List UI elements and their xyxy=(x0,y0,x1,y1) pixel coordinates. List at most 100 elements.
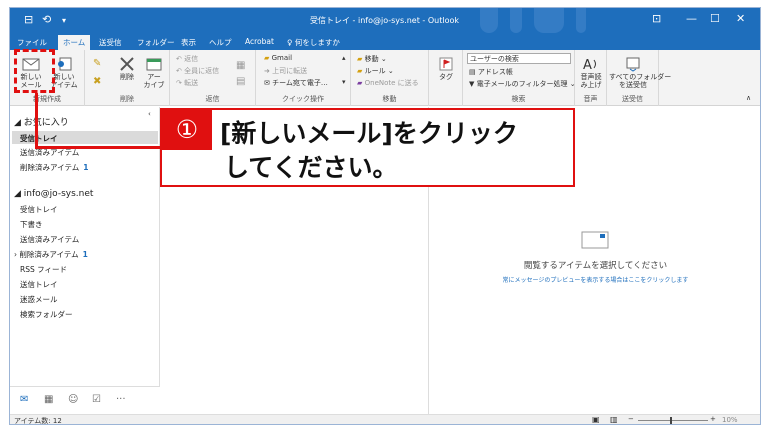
forward-button[interactable]: ↷ 転送 xyxy=(176,78,198,88)
onenote-icon: ▰ xyxy=(357,79,363,87)
read-aloud-icon: A xyxy=(583,58,596,72)
rules-button[interactable]: ▰ ルール ⌄ xyxy=(357,66,394,76)
folder-sent[interactable]: 送信済みアイテム xyxy=(20,234,79,245)
folder-label: 下書き xyxy=(20,220,43,229)
title-bar: ⊟ ⟲ ▾ 受信トレイ - info@jo-sys.net - Outlook … xyxy=(10,8,760,33)
callout-connector xyxy=(35,93,38,148)
tab-view[interactable]: 表示 xyxy=(176,35,201,50)
to-manager-label: 上司に転送 xyxy=(272,67,308,75)
window-title: 受信トレイ - info@jo-sys.net - Outlook xyxy=(310,16,459,25)
mail-icon[interactable]: ✉ xyxy=(20,394,28,405)
zoom-in-icon[interactable]: + xyxy=(710,415,716,423)
reply-all-label: 全員に返信 xyxy=(184,67,220,75)
gmail-label: Gmail xyxy=(271,54,293,62)
account-header[interactable]: ◢ info@jo-sys.net xyxy=(14,189,93,199)
tab-help[interactable]: ヘルプ xyxy=(204,35,237,50)
archive-button[interactable]: アー カイブ xyxy=(141,56,167,89)
team-icon: ✉ xyxy=(264,79,270,87)
favorite-inbox[interactable]: 受信トレイ xyxy=(12,131,158,144)
onenote-label: OneNote に送る xyxy=(364,79,419,87)
folder-label: 検索フォルダー xyxy=(20,310,73,319)
more-respond-icon[interactable]: ▤ xyxy=(236,76,245,87)
group-send-receive: すべてのフォルダー を送受信 送受信 xyxy=(607,50,671,106)
quick-step-gmail[interactable]: ▰ Gmail xyxy=(264,54,292,62)
folder-label: 受信トレイ xyxy=(20,205,58,214)
meeting-reply-icon[interactable]: ▦ xyxy=(236,60,245,71)
ribbon-tabs: ファイル ホーム 送受信 フォルダー 表示 ヘルプ Acrobat ♀ 何をしま… xyxy=(10,33,760,50)
folder-deleted[interactable]: › 削除済みアイテム 1 xyxy=(14,249,88,260)
dropdown-icon[interactable]: ▾ xyxy=(62,16,66,25)
cleanup-icon[interactable]: ✖ xyxy=(93,76,101,87)
folder-inbox[interactable]: 受信トレイ xyxy=(20,204,58,215)
tab-acrobat[interactable]: Acrobat xyxy=(240,35,279,50)
favorites-header[interactable]: ◢ お気に入り xyxy=(14,115,69,128)
preview-link[interactable]: 常にメッセージのプレビューを表示する場合はここをクリックします xyxy=(430,275,760,284)
tasks-icon[interactable]: ☑ xyxy=(92,394,101,405)
tell-me-label: 何をしますか xyxy=(294,38,340,47)
reading-view-icon[interactable]: ▥ xyxy=(610,415,618,424)
zoom-thumb[interactable] xyxy=(670,417,672,424)
folder-label: 送信トレイ xyxy=(20,280,58,289)
callout-connector xyxy=(35,146,160,149)
filter-email-button[interactable]: ▼ 電子メールのフィルター処理 ⌄ xyxy=(469,79,576,89)
flag-icon xyxy=(439,57,453,71)
envelope-icon xyxy=(581,231,609,249)
group-speech: A 音声読 み上げ 音声 xyxy=(575,50,607,106)
calendar-icon[interactable]: ▦ xyxy=(44,394,53,405)
quick-step-to-manager[interactable]: ➜ 上司に転送 xyxy=(264,66,307,76)
tag-button[interactable]: タグ xyxy=(433,56,459,81)
folder-outbox[interactable]: 送信トレイ xyxy=(20,279,58,290)
status-bar: アイテム数: 12 ▣ ▥ − + 10% xyxy=(10,414,760,424)
onenote-button[interactable]: ▰ OneNote に送る xyxy=(357,78,419,88)
scroll-up-icon[interactable]: ▴ xyxy=(342,54,346,62)
zoom-out-icon[interactable]: − xyxy=(628,415,634,423)
reply-all-button[interactable]: ↶ 全員に返信 xyxy=(176,66,219,76)
folder-label: 削除済みアイテム xyxy=(20,163,80,172)
send-receive-all-button[interactable]: すべてのフォルダー を送受信 xyxy=(609,56,671,89)
read-aloud-button[interactable]: A 音声読 み上げ xyxy=(577,56,605,89)
folder-label: RSS フィード xyxy=(20,265,67,274)
group-label-new: 新規作成 xyxy=(33,95,61,103)
address-book-button[interactable]: ▤ アドレス帳 xyxy=(469,67,513,77)
quick-step-team-email[interactable]: ✉ チーム宛て電子… xyxy=(264,78,328,88)
folder-pane: ‹ ◢ お気に入り 受信トレイ 送信済みアイテム 削除済みアイテム 1 ◢ inf… xyxy=(10,107,160,387)
minimize-button[interactable]: — xyxy=(686,12,697,25)
favorite-deleted[interactable]: 削除済みアイテム 1 xyxy=(20,162,88,173)
svg-text:A: A xyxy=(583,58,592,72)
reply-all-icon: ↶ xyxy=(176,67,182,75)
group-find: ユーザーの検索 ▤ アドレス帳 ▼ 電子メールのフィルター処理 ⌄ 検索 xyxy=(463,50,576,106)
zoom-level: 10% xyxy=(722,416,738,424)
more-icon[interactable]: ··· xyxy=(116,394,126,405)
scroll-down-icon[interactable]: ▾ xyxy=(342,78,346,86)
close-button[interactable]: ✕ xyxy=(736,12,745,25)
tab-folder[interactable]: フォルダー xyxy=(132,35,180,50)
folder-drafts[interactable]: 下書き xyxy=(20,219,43,230)
ribbon-display-icon[interactable]: ⊡ xyxy=(652,12,661,25)
expand-icon[interactable]: › xyxy=(14,250,17,259)
tab-file[interactable]: ファイル xyxy=(12,35,52,50)
sync-icon[interactable]: ⟲ xyxy=(42,13,51,26)
tell-me-search[interactable]: ♀ 何をしますか xyxy=(282,35,345,50)
search-people-input[interactable]: ユーザーの検索 xyxy=(467,53,571,64)
tab-send-receive[interactable]: 送受信 xyxy=(94,35,127,50)
send-receive-all-label: すべてのフォルダー を送受信 xyxy=(609,73,672,89)
delete-button[interactable]: 削除 xyxy=(115,56,139,81)
delete-icon xyxy=(120,57,134,71)
read-aloud-label: 音声読 み上げ xyxy=(580,73,602,89)
zoom-slider[interactable] xyxy=(638,420,708,421)
normal-view-icon[interactable]: ▣ xyxy=(592,415,600,424)
folder-rss[interactable]: RSS フィード xyxy=(20,264,67,275)
people-icon[interactable]: ☺ xyxy=(68,394,78,405)
collapse-ribbon-icon[interactable]: ∧ xyxy=(746,94,751,102)
collapse-pane-icon[interactable]: ‹ xyxy=(148,110,151,118)
ignore-icon[interactable]: ✎ xyxy=(93,58,101,69)
folder-junk[interactable]: 迷惑メール xyxy=(20,294,58,305)
reply-button[interactable]: ↶ 返信 xyxy=(176,54,198,64)
reply-label: 返信 xyxy=(184,55,199,63)
move-button[interactable]: ▰ 移動 ⌄ xyxy=(357,54,387,64)
module-switcher: ✉ ▦ ☺ ☑ ··· xyxy=(10,386,160,414)
maximize-button[interactable]: ☐ xyxy=(710,12,720,25)
folder-search[interactable]: 検索フォルダー xyxy=(20,309,73,320)
tab-home[interactable]: ホーム xyxy=(58,35,91,50)
group-label-speech: 音声 xyxy=(583,95,598,103)
